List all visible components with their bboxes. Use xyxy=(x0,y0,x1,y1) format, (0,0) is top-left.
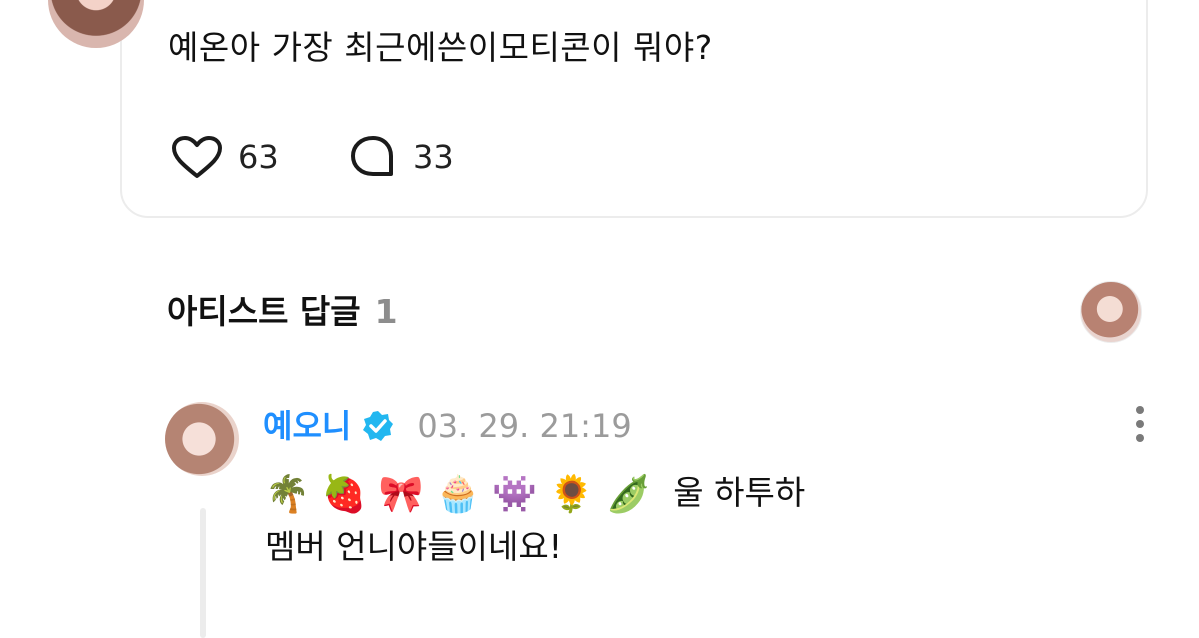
reply-timestamp: 03. 29. 21:19 xyxy=(417,407,632,445)
reply-text-line-2: 멤버 언니야들이네요! xyxy=(265,527,562,566)
artist-replies-label: 아티스트 답글 xyxy=(167,292,361,331)
question-text: 예온아 가장 최근에쓴이모티콘이 뭐야? xyxy=(168,28,713,67)
like-count: 63 xyxy=(238,138,279,176)
ribbon-emoji: 🎀 xyxy=(378,473,424,515)
artist-replies-title: 아티스트 답글 1 xyxy=(167,288,398,336)
artist-replies-count: 1 xyxy=(374,292,398,331)
more-options-button[interactable] xyxy=(1130,406,1150,446)
reply-body: 🌴 🍓 🎀 🧁 👾 🌻 🫛 울 하투하 멤버 언니야들이네요! xyxy=(265,466,965,574)
reply-author-name[interactable]: 예오니 xyxy=(263,404,351,448)
comment-button[interactable]: 33 xyxy=(347,134,454,180)
reply-text-line-1: 울 하투하 xyxy=(673,473,806,512)
artist-profile-avatar[interactable] xyxy=(1080,281,1142,343)
strawberry-emoji: 🍓 xyxy=(321,473,367,515)
alien-monster-emoji: 👾 xyxy=(492,473,538,515)
like-button[interactable]: 63 xyxy=(170,134,279,180)
sunflower-emoji: 🌻 xyxy=(549,473,594,515)
cupcake-emoji: 🧁 xyxy=(435,473,481,515)
pea-pod-emoji: 🫛 xyxy=(605,473,651,515)
heart-icon xyxy=(172,136,222,178)
verified-badge-icon xyxy=(363,411,394,441)
comment-count: 33 xyxy=(413,138,454,176)
palm-tree-emoji: 🌴 xyxy=(265,473,310,515)
comment-bubble-icon xyxy=(351,136,393,176)
thread-line xyxy=(200,508,206,638)
reply-line-1: 🌴 🍓 🎀 🧁 👾 🌻 🫛 울 하투하 xyxy=(265,466,965,520)
reply-header: 예오니 03. 29. 21:19 xyxy=(263,404,632,448)
reply-author-avatar[interactable] xyxy=(165,402,239,476)
emoji-row: 🌴 🍓 🎀 🧁 👾 🌻 🫛 xyxy=(265,470,663,520)
more-vertical-icon xyxy=(1136,406,1144,414)
